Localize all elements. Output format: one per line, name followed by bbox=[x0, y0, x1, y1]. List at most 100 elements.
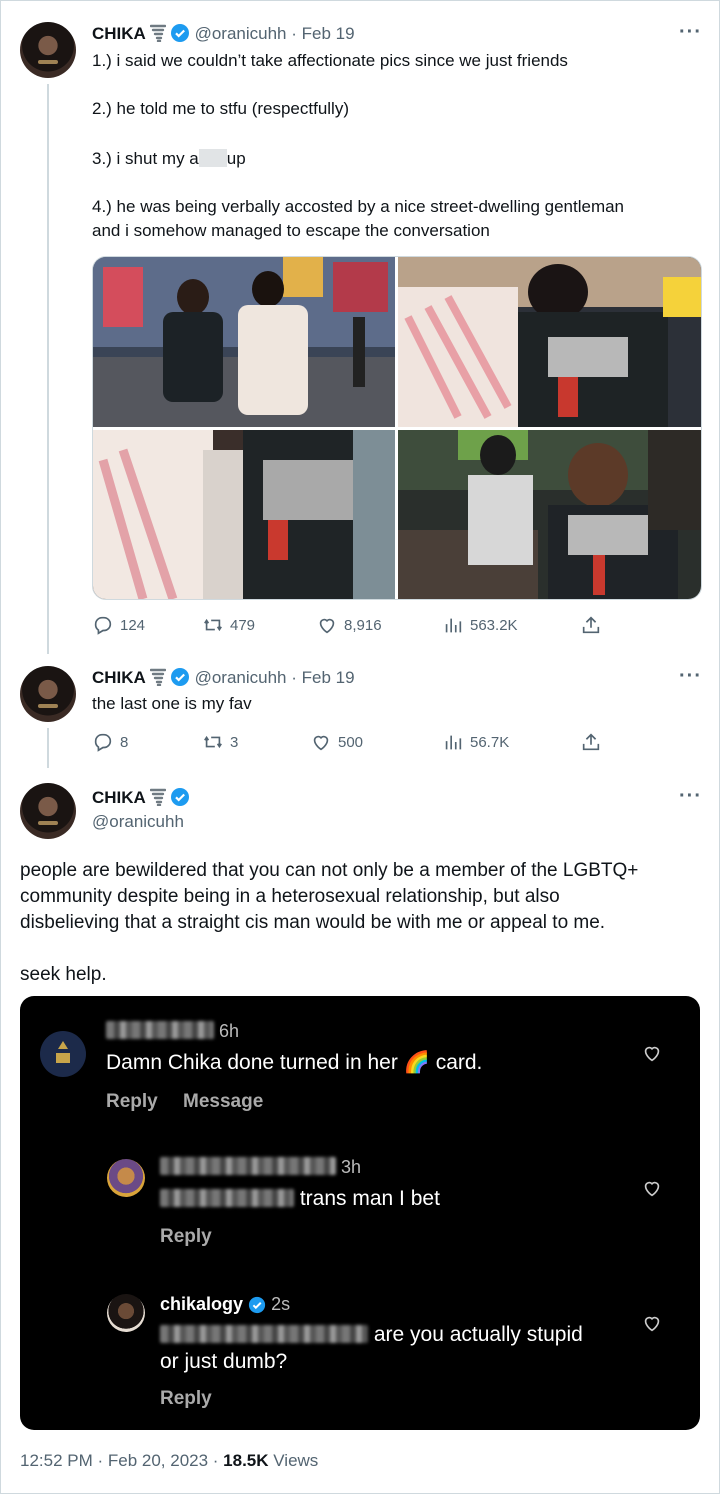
thread-line bbox=[47, 728, 49, 768]
tweet-header: CHIKA bbox=[92, 787, 190, 808]
photo-3[interactable] bbox=[93, 430, 395, 599]
photo-grid bbox=[92, 256, 702, 600]
reply-icon bbox=[94, 733, 112, 752]
tweet-date[interactable]: · Feb 19 bbox=[291, 668, 354, 687]
censor-block bbox=[198, 149, 227, 167]
blurred-username bbox=[106, 1021, 214, 1039]
retweet-button[interactable]: 479 bbox=[202, 614, 255, 636]
tweet-line: disbelieving that a straight cis man wou… bbox=[20, 912, 606, 933]
commenter-avatar bbox=[107, 1159, 145, 1197]
heart-icon[interactable] bbox=[641, 1042, 663, 1064]
views-icon bbox=[445, 618, 462, 633]
tweet-line: people are bewildered that you can not o… bbox=[20, 860, 639, 881]
like-button[interactable]: 500 bbox=[310, 731, 363, 753]
heart-icon[interactable] bbox=[641, 1312, 663, 1334]
comment-text: Damn Chika done turned in her 🌈 card. bbox=[106, 1051, 483, 1074]
share-button[interactable] bbox=[580, 614, 602, 636]
comment-meta: 3h bbox=[160, 1157, 361, 1178]
views-count: 18.5K bbox=[223, 1451, 269, 1470]
rainbow-emoji-icon: 🌈 bbox=[403, 1051, 430, 1074]
photo-4[interactable] bbox=[398, 430, 701, 599]
tweet-date[interactable]: · Feb 19 bbox=[291, 24, 354, 43]
comment-text: or just dumb? bbox=[160, 1350, 288, 1373]
tweet-line: 3.) i shut my a up bbox=[92, 149, 246, 168]
more-icon[interactable]: ··· bbox=[679, 785, 702, 808]
like-button[interactable]: 8,916 bbox=[316, 614, 382, 636]
tornado-icon bbox=[149, 668, 166, 686]
message-link[interactable]: Message bbox=[183, 1091, 263, 1113]
reply-button[interactable]: 124 bbox=[92, 614, 145, 636]
comment-meta: chikalogy 2s bbox=[160, 1294, 290, 1315]
handle[interactable]: @oranicuhh bbox=[92, 812, 184, 832]
tweet-line: 2.) he told me to stfu (respectfully) bbox=[92, 99, 349, 118]
commenter-avatar bbox=[107, 1294, 145, 1332]
retweet-icon bbox=[204, 735, 222, 749]
reply-count: 8 bbox=[120, 733, 129, 751]
tweet-actions: 124 479 8,916 563.2K bbox=[92, 614, 700, 638]
share-icon bbox=[582, 616, 600, 634]
comment-time: 6h bbox=[219, 1021, 240, 1041]
handle[interactable]: @oranicuhh bbox=[195, 24, 287, 43]
commenter-name[interactable]: chikalogy bbox=[160, 1294, 243, 1314]
display-name[interactable]: CHIKA bbox=[92, 24, 146, 43]
more-icon[interactable]: ··· bbox=[679, 665, 702, 688]
like-icon bbox=[319, 618, 335, 634]
display-name[interactable]: CHIKA bbox=[92, 788, 146, 807]
blurred-mention bbox=[160, 1189, 294, 1207]
like-count: 500 bbox=[338, 733, 364, 751]
tweet-timestamp[interactable]: 12:52 PM · Feb 20, 2023 · 18.5K Views bbox=[20, 1451, 318, 1471]
embedded-screenshot[interactable]: 6h Damn Chika done turned in her 🌈 card.… bbox=[20, 996, 700, 1430]
handle[interactable]: @oranicuhh bbox=[195, 668, 287, 687]
commenter-avatar bbox=[40, 1031, 86, 1077]
photo-1[interactable] bbox=[93, 257, 395, 427]
tweet-header: CHIKA @oranicuhh · Feb 19 bbox=[92, 667, 355, 688]
reply-count: 124 bbox=[120, 616, 146, 634]
tornado-icon bbox=[149, 24, 166, 42]
like-icon bbox=[313, 735, 329, 751]
tweet-line: 4.) he was being verbally accosted by a … bbox=[92, 197, 625, 216]
retweet-count: 3 bbox=[230, 733, 239, 751]
tweet-header: CHIKA @oranicuhh · Feb 19 bbox=[92, 23, 355, 44]
photo-2[interactable] bbox=[398, 257, 701, 427]
views-button[interactable]: 563.2K bbox=[442, 614, 518, 636]
reply-link[interactable]: Reply bbox=[160, 1388, 212, 1410]
blurred-mention bbox=[160, 1325, 368, 1343]
comment-text: are you actually stupid bbox=[160, 1323, 583, 1347]
comment-time: 3h bbox=[341, 1157, 362, 1177]
share-icon bbox=[582, 733, 600, 751]
display-name[interactable]: CHIKA bbox=[92, 668, 146, 687]
reply-icon bbox=[94, 616, 112, 635]
thread-line bbox=[47, 84, 49, 654]
comment-time: 2s bbox=[271, 1294, 291, 1314]
share-button[interactable] bbox=[580, 731, 602, 753]
tweet-line: and i somehow managed to escape the conv… bbox=[92, 221, 490, 240]
tweet-line: 1.) i said we couldn’t take affectionate… bbox=[92, 51, 568, 70]
verified-icon bbox=[170, 24, 189, 42]
avatar[interactable] bbox=[20, 783, 76, 839]
tweet-line: community despite being in a heterosexua… bbox=[20, 886, 560, 907]
retweet-count: 479 bbox=[230, 616, 256, 634]
comment-meta: 6h bbox=[106, 1021, 239, 1042]
views-count: 56.7K bbox=[470, 733, 510, 751]
like-count: 8,916 bbox=[344, 616, 382, 634]
main-tweet-text: people are bewildered that you can not o… bbox=[20, 858, 638, 988]
heart-icon[interactable] bbox=[641, 1177, 663, 1199]
tweet-line: seek help. bbox=[20, 964, 107, 985]
tweet-text: 1.) i said we couldn’t take affectionate… bbox=[92, 49, 624, 243]
retweet-button[interactable]: 3 bbox=[202, 731, 238, 753]
comment-text: trans man I bet bbox=[160, 1187, 440, 1211]
views-button[interactable]: 56.7K bbox=[442, 731, 509, 753]
reply-button[interactable]: 8 bbox=[92, 731, 128, 753]
avatar[interactable] bbox=[20, 22, 76, 78]
more-icon[interactable]: ··· bbox=[679, 21, 702, 44]
reply-link[interactable]: Reply bbox=[160, 1226, 212, 1248]
avatar[interactable] bbox=[20, 666, 76, 722]
verified-icon bbox=[248, 1296, 266, 1314]
views-count: 563.2K bbox=[470, 616, 518, 634]
verified-icon bbox=[170, 788, 189, 806]
verified-icon bbox=[170, 668, 189, 686]
tweet-text: the last one is my fav bbox=[92, 694, 252, 713]
tornado-icon bbox=[149, 788, 166, 806]
tweet-actions: 8 3 500 56.7K bbox=[92, 731, 700, 755]
reply-link[interactable]: Reply bbox=[106, 1091, 158, 1113]
